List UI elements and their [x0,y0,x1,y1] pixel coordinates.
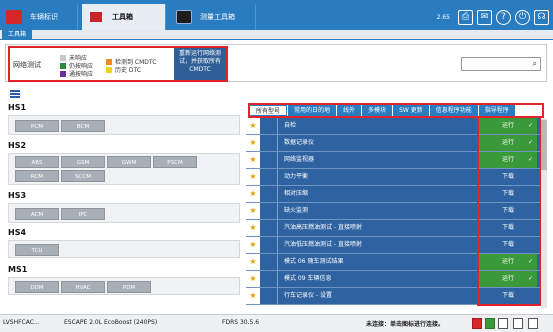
laptop-icon [513,318,523,329]
module-button[interactable]: TCU [15,244,59,256]
list-view-icon[interactable] [10,90,20,98]
module-button[interactable]: PSCM [153,156,197,168]
tool-name: 行车记录仪 - 设置 [284,292,332,299]
network-icon[interactable] [498,318,508,329]
scrollbar-thumb[interactable] [541,120,547,170]
legend-swatch [60,62,66,69]
module-button[interactable]: SCCM [61,170,105,182]
star-icon[interactable]: ★ [246,271,260,287]
tool-name: 汽油高压燃油测试 - 直接喷射 [284,224,362,231]
tab-label: 测量工具箱 [200,13,235,21]
star-icon[interactable]: ★ [246,254,260,270]
scrollbar[interactable] [541,118,547,308]
star-icon[interactable]: ★ [246,203,260,219]
module-button[interactable]: GWM [107,156,151,168]
module-button[interactable]: BCM [61,120,105,132]
legend-swatch [60,70,66,77]
module-button[interactable]: PCM [15,120,59,132]
tool-name: 动力平衡 [284,173,309,180]
tool-name: 模式 09 车辆信息 [284,275,332,282]
star-icon[interactable]: ★ [246,169,260,185]
network-label-hs1: HS1 [8,103,27,112]
module-button[interactable]: GSM [61,156,105,168]
search-icon: ⌕ [532,59,537,68]
star-icon[interactable]: ★ [246,118,260,134]
tool-name: 汽油低压燃油测试 - 直接喷射 [284,241,362,248]
mail-icon[interactable]: ✉ [477,9,492,25]
tool-name: 自检 [284,122,297,129]
tab-toolbox[interactable]: 工具箱 [82,4,166,30]
network-group-hs3: ACM IPC [8,203,240,223]
vci-icon[interactable] [472,318,482,329]
menu-icon[interactable] [528,318,538,329]
top-right-toolbar: 2.65 ⎙ ✉ ? ⏻ ☊ [437,8,549,26]
tool-name: 相对压缩 [284,190,309,197]
subtab-toolbox[interactable]: 工具箱 [2,30,33,40]
fdrs-version: FDRS 30.5.6 [222,319,260,326]
network-group-hs2: ABS GSM GWM PSCM RCM SCCM [8,153,240,185]
power-icon[interactable]: ⏻ [515,9,530,25]
module-button[interactable]: IPC [61,208,105,220]
module-button[interactable]: HVAC [61,281,105,293]
star-icon[interactable]: ★ [246,288,260,304]
module-button[interactable]: RCM [15,170,59,182]
network-label-hs3: HS3 [8,191,27,200]
highlight-frame [477,116,542,306]
car-icon [6,10,22,24]
module-button[interactable]: ABS [15,156,59,168]
star-icon[interactable]: ★ [246,220,260,236]
star-icon[interactable]: ★ [246,135,260,151]
rerun-network-test-button[interactable]: 重新运行网络测试，并获取所有 CMDTC [174,48,226,80]
legend-item: 通按响应 [60,69,93,78]
connection-status: 未连接：单击图标进行连接。 [366,321,445,328]
tool-name: 数据记录仪 [284,139,315,146]
top-tab-bar: 车辆标识 工具箱 测量工具箱 2.65 ⎙ ✉ ? ⏻ ☊ [0,0,553,30]
vehicle-label: ESCAPE 2.0L EcoBoost (240PS) [64,319,158,326]
network-label-hs4: HS4 [8,228,27,237]
tab-label: 工具箱 [112,13,133,21]
network-test-title: 网络测试 [13,61,41,69]
battery-icon [485,318,495,329]
tool-name: 模式 06 随车测试结果 [284,258,344,265]
tool-name: 网络监视器 [284,156,315,163]
legend-label: 通按响应 [69,71,94,78]
module-button[interactable]: ACM [15,208,59,220]
star-icon[interactable]: ★ [246,237,260,253]
module-button[interactable]: DDM [15,281,59,293]
tab-label: 车辆标识 [30,13,58,21]
toolbox-icon [88,10,104,24]
tab-vehicle-id[interactable]: 车辆标识 [0,4,78,30]
version-label: 2.65 [436,13,450,21]
legend-swatch [60,54,66,61]
status-bar: LVSHFCAC... ESCAPE 2.0L EcoBoost (240PS)… [0,314,553,332]
network-label-hs2: HS2 [8,141,27,150]
module-button[interactable]: PDM [107,281,151,293]
tool-name: 缺火监测 [284,207,309,214]
printer-icon[interactable]: ⎙ [458,9,473,25]
network-group-hs4: TCU [8,240,240,258]
network-group-ms1: DDM HVAC PDM [8,277,240,295]
search-input[interactable]: ⌕ [461,57,541,71]
help-icon[interactable]: ? [496,9,511,25]
tab-measurement-toolbox[interactable]: 测量工具箱 [170,4,256,30]
network-label-ms1: MS1 [8,265,28,274]
vin-label: LVSHFCAC... [3,319,40,326]
legend-label: 历史 DTC [115,67,142,74]
wireless-icon[interactable]: ☊ [534,9,549,25]
network-group-hs1: PCM BCM [8,115,240,135]
legend-swatch [106,58,112,65]
star-icon[interactable]: ★ [246,152,260,168]
star-icon[interactable]: ★ [246,186,260,202]
oscilloscope-icon [176,10,192,24]
legend-item: 历史 DTC [106,65,141,74]
legend-swatch [106,66,112,73]
subtab-row: 工具箱 [0,30,553,40]
